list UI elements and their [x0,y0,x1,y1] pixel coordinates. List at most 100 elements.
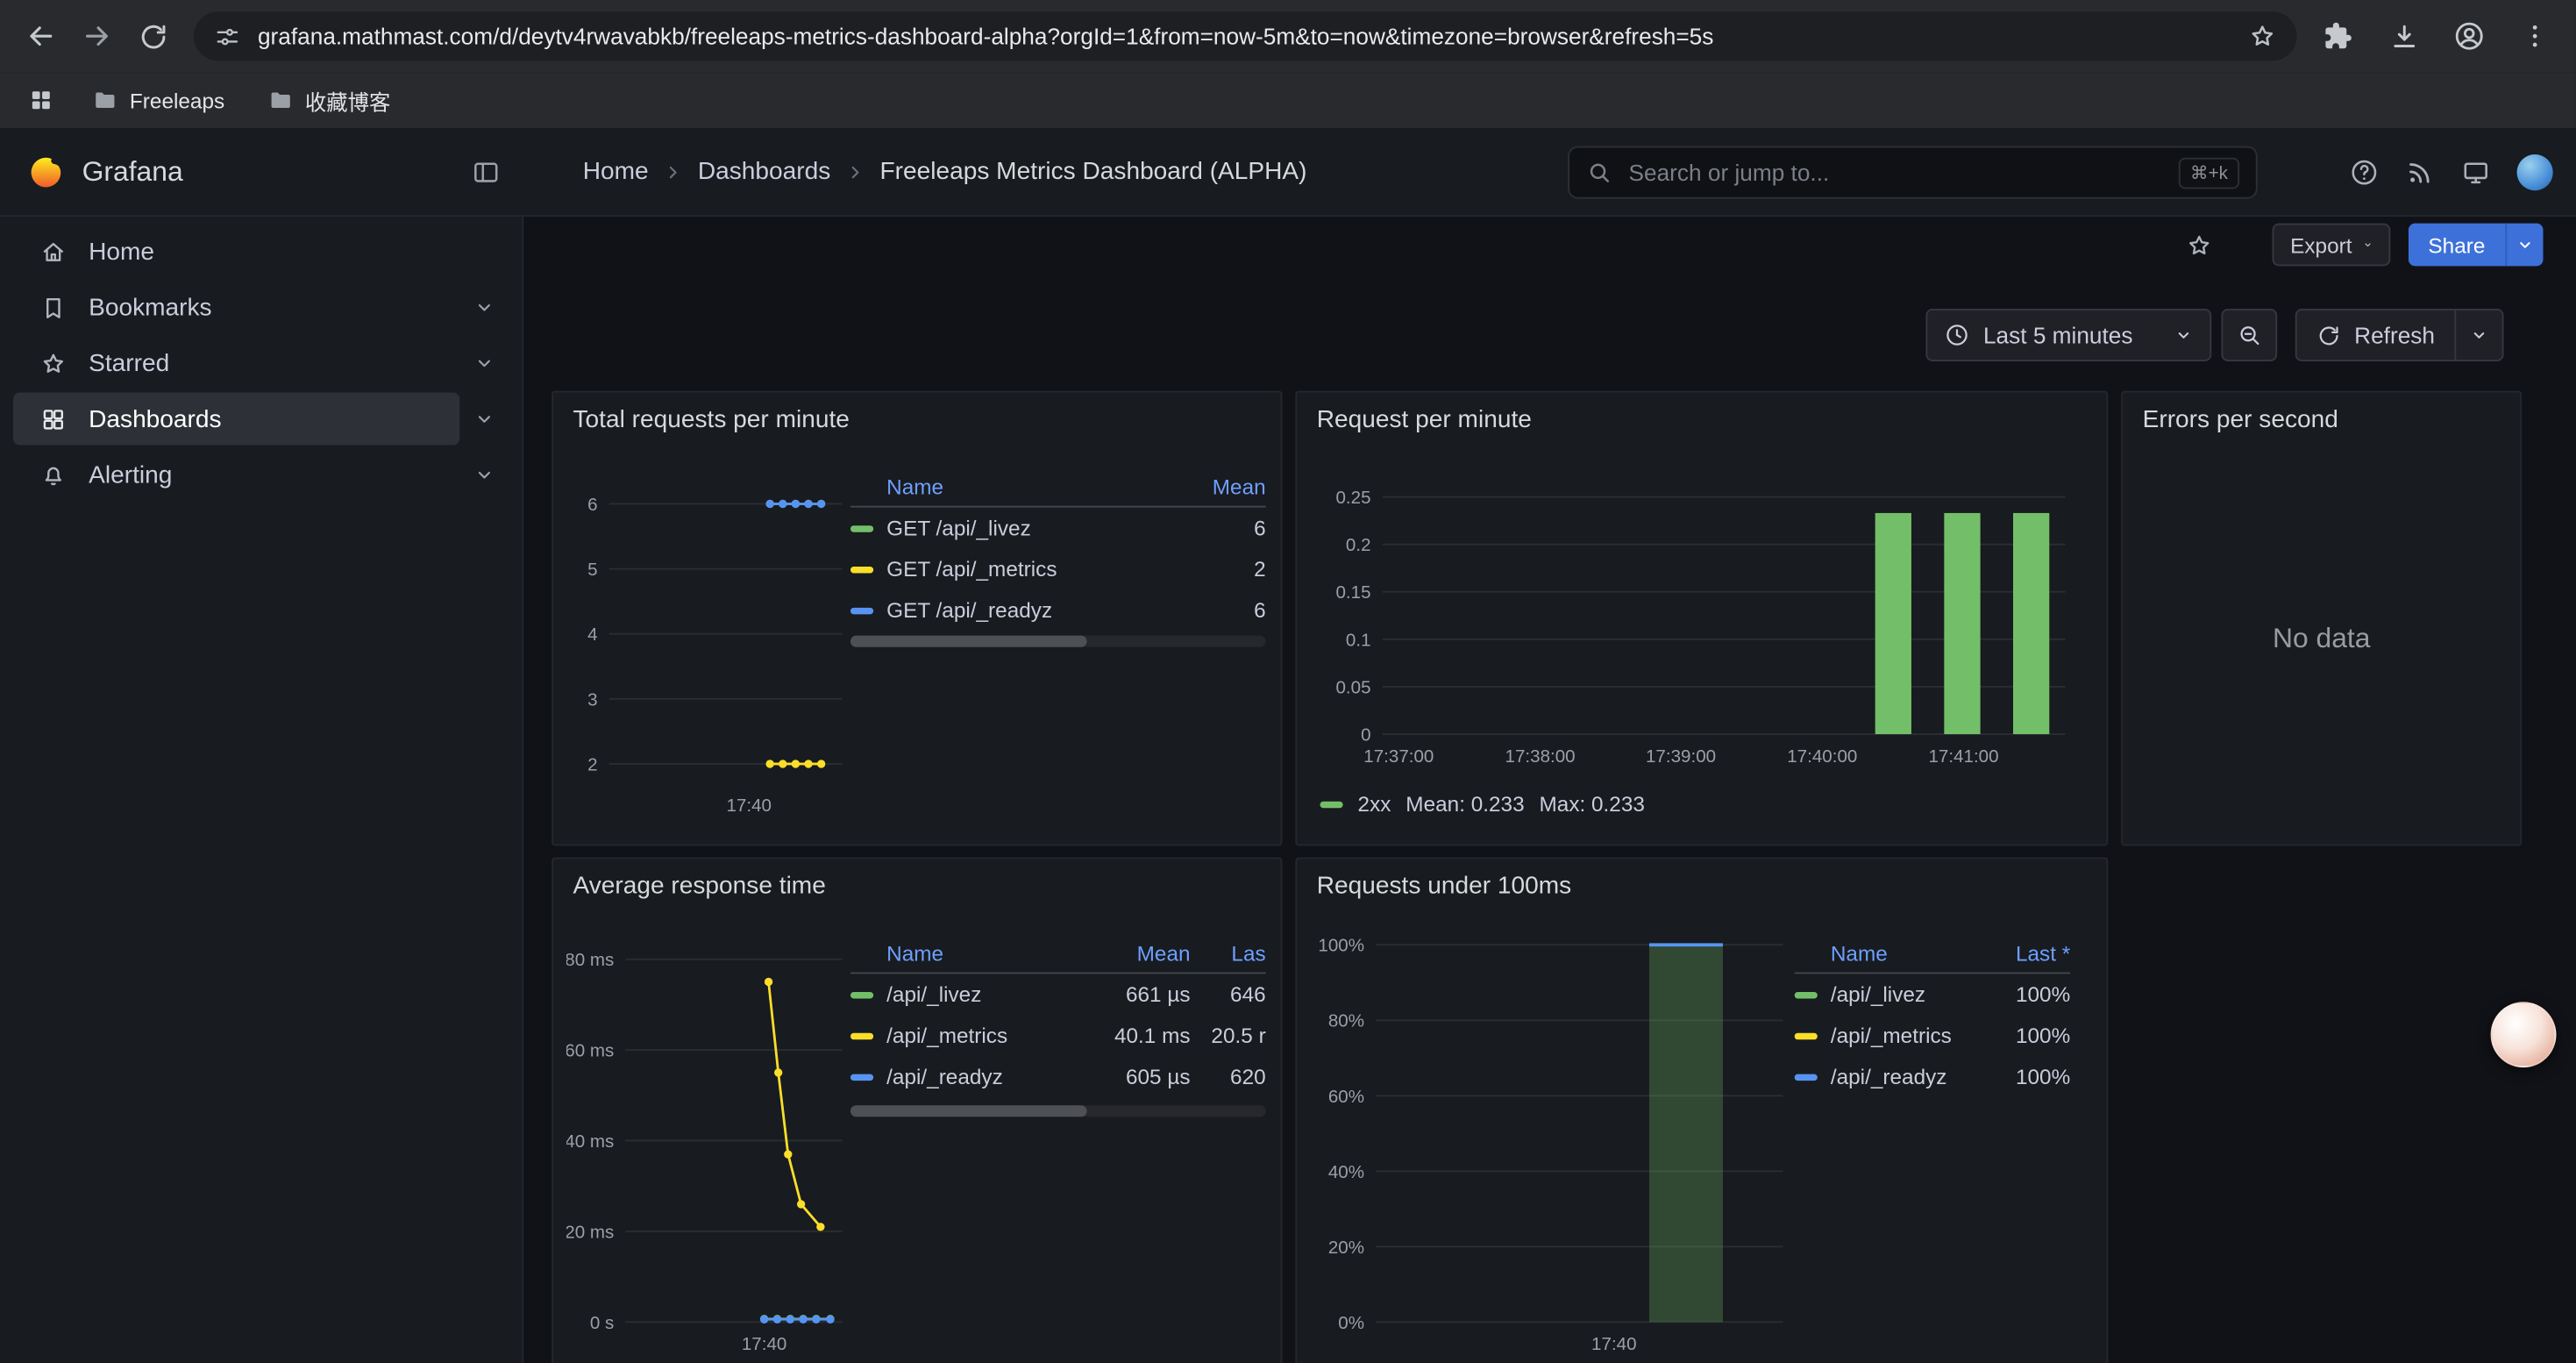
legend-row[interactable]: /api/_livez 661 µs 646 [850,974,1266,1015]
chevron-down-icon [2174,325,2193,345]
series-color-indicator [850,566,873,572]
column-header-last[interactable]: Las [1191,940,1266,965]
column-header-name[interactable]: Name [850,474,1161,498]
panel-title[interactable]: Errors per second [2123,393,2520,434]
panel-avg-response-time[interactable]: Average response time 80 ms60 ms40 ms20 … [551,857,1282,1363]
chart-legend: 2xx Mean: 0.233 Max: 0.233 [1320,792,1644,817]
search-input[interactable] [1626,158,2166,188]
panel-title[interactable]: Average response time [553,859,1281,900]
grafana-logo[interactable] [26,152,66,191]
legend-row[interactable]: GET /api/_livez 6 [850,508,1266,549]
bookmark-item-blogs[interactable]: 收藏博客 [254,80,403,121]
scrollbar-thumb[interactable] [850,1105,1087,1117]
svg-text:17:41:00: 17:41:00 [1928,746,1998,767]
browser-menu-button[interactable] [2507,8,2563,64]
toggle-sidebar-button[interactable] [471,157,501,187]
bookmark-item-freeleaps[interactable]: Freeleaps [79,82,238,118]
browser-profile-button[interactable] [2441,8,2497,64]
downloads-icon [2388,20,2420,52]
url-bar[interactable]: grafana.mathmast.com/d/deytv4rwavabkb/fr… [194,11,2297,61]
series-last: 100% [1978,982,2070,1007]
refresh-interval-button[interactable] [2454,310,2501,360]
monitor-icon[interactable] [2461,158,2491,188]
svg-text:80 ms: 80 ms [566,950,614,970]
series-color-indicator [850,1032,873,1038]
chevron-right-icon [845,161,865,181]
zoom-out-time-button[interactable] [2221,309,2277,361]
dashboard-main: Export Share Last 5 minutes [523,217,2576,1363]
bookmark-star-icon[interactable] [2247,21,2277,51]
panel-title[interactable]: Total requests per minute [553,393,1281,434]
legend-row[interactable]: GET /api/_readyz 6 [850,589,1266,631]
refresh-button[interactable]: Refresh [2297,310,2455,360]
sidebar-item-alerting[interactable]: Alerting [13,448,459,501]
star-icon [39,349,68,377]
news-rss-icon[interactable] [2405,158,2435,188]
favorite-dashboard-button[interactable] [2175,224,2221,267]
series-color-indicator [850,607,873,613]
floating-assistant-avatar[interactable] [2491,1002,2557,1067]
legend-row[interactable]: /api/_readyz 100% [1795,1056,2071,1097]
sidebar-item-dashboards[interactable]: Dashboards [13,393,459,446]
sidebar-item-bookmarks[interactable]: Bookmarks [13,281,459,333]
panel-under-100ms[interactable]: Requests under 100ms 100%80%60%40%20%0%1… [1295,857,2108,1363]
panel-title[interactable]: Requests under 100ms [1297,859,2106,900]
chevron-down-icon[interactable] [459,407,509,430]
svg-text:60 ms: 60 ms [566,1041,614,1061]
column-header-name[interactable]: Name [1795,940,1979,965]
panel-total-requests[interactable]: Total requests per minute 6543217:40 Nam… [551,391,1282,846]
column-header-mean[interactable]: Mean [1085,940,1191,965]
legend-row[interactable]: /api/_metrics 100% [1795,1015,2071,1056]
legend-table-header: Name Last * [1795,933,2071,974]
series-name: GET /api/_metrics [886,557,1057,582]
forward-button[interactable] [69,8,125,64]
time-range-picker[interactable]: Last 5 minutes [1925,309,2211,361]
keyboard-shortcut-badge: ⌘+k [2179,157,2239,189]
export-button[interactable]: Export [2273,224,2391,267]
sidebar-item-label: Dashboards [89,405,221,433]
legend-scrollbar[interactable] [850,636,1266,647]
legend-row[interactable]: GET /api/_metrics 2 [850,548,1266,589]
chevron-down-icon[interactable] [459,296,509,318]
svg-text:40 ms: 40 ms [566,1131,614,1152]
legend-row[interactable]: /api/_livez 100% [1795,974,2071,1015]
extensions-button[interactable] [2310,8,2366,64]
reload-button[interactable] [125,8,181,64]
panel-requests-per-minute[interactable]: Request per minute 0.250.20.150.10.05017… [1295,391,2108,846]
chevron-right-icon [664,161,683,181]
refresh-button-group: Refresh [2295,309,2504,361]
user-avatar[interactable] [2517,154,2553,190]
chevron-down-icon[interactable] [459,352,509,375]
apps-shortcut-button[interactable] [19,79,62,122]
column-header-last[interactable]: Last * [1978,940,2070,965]
panel-errors-per-second[interactable]: Errors per second No data [2121,391,2522,846]
column-header-mean[interactable]: Mean [1161,474,1266,498]
back-button[interactable] [13,8,69,64]
sidebar-item-home[interactable]: Home [13,225,509,278]
series-name[interactable]: 2xx [1358,792,1391,817]
sidebar-item-starred[interactable]: Starred [13,337,459,389]
legend-row[interactable]: /api/_readyz 605 µs 620 [850,1056,1266,1097]
downloads-button[interactable] [2376,8,2432,64]
search-box[interactable]: ⌘+k [1568,146,2257,199]
legend-row[interactable]: /api/_metrics 40.1 ms 20.5 r [850,1015,1266,1056]
apps-grid-icon [28,87,54,113]
sidebar-item-label: Bookmarks [89,293,211,321]
panel-title[interactable]: Request per minute [1297,393,2106,434]
chevron-down-icon [2362,235,2373,254]
help-icon[interactable] [2350,158,2380,188]
legend-table-header: Name Mean Las [850,933,1266,974]
breadcrumb-home[interactable]: Home [583,158,649,186]
svg-text:20%: 20% [1328,1238,1364,1258]
scrollbar-thumb[interactable] [850,636,1087,647]
clock-icon [1944,322,1970,348]
dashboards-icon [39,405,68,433]
legend-scrollbar[interactable] [850,1105,1266,1117]
share-button[interactable]: Share [2409,224,2505,267]
column-header-name[interactable]: Name [850,940,1085,965]
site-info-icon[interactable] [213,22,241,50]
breadcrumb-dashboards[interactable]: Dashboards [698,158,830,186]
share-menu-button[interactable] [2505,224,2543,267]
svg-text:3: 3 [587,689,597,710]
chevron-down-icon[interactable] [459,463,509,486]
